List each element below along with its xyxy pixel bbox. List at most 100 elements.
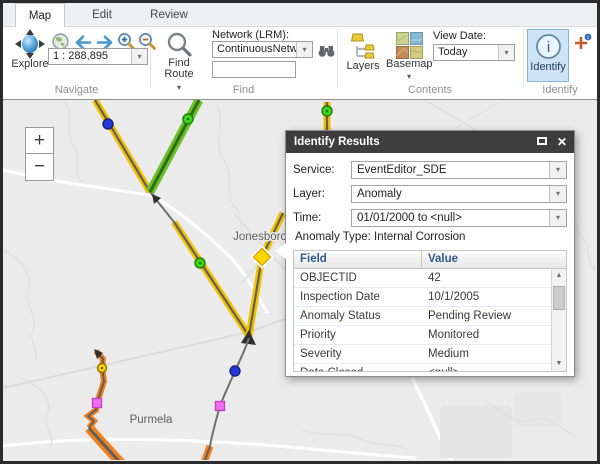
- table-row[interactable]: Inspection Date 10/1/2005: [294, 288, 566, 307]
- basemap-button[interactable]: Basemap ▾: [386, 32, 432, 81]
- explore-button[interactable]: Explore: [8, 29, 52, 70]
- tab-map[interactable]: Map: [15, 3, 65, 27]
- scale-value: 1 : 288,895: [49, 49, 131, 64]
- identify-icon: i: [535, 33, 562, 60]
- group-label-contents: Contents: [337, 84, 523, 96]
- group-separator: [523, 29, 524, 87]
- cell-field: OBJECTID: [294, 269, 422, 287]
- service-label: Service:: [293, 164, 351, 176]
- service-select[interactable]: EventEditor_SDE ▾: [351, 161, 567, 179]
- time-label: Time:: [293, 212, 351, 224]
- event-point-blue[interactable]: [103, 119, 113, 129]
- table-row[interactable]: Severity Medium: [294, 345, 566, 364]
- identify-route-location-icon[interactable]: i: [573, 33, 593, 52]
- find-route-label: Find Route: [155, 58, 203, 80]
- scroll-up-icon[interactable]: ▲: [552, 269, 566, 283]
- cell-value: 10/1/2005: [422, 288, 566, 306]
- cell-field: Priority: [294, 326, 422, 344]
- cell-value: 42: [422, 269, 566, 287]
- time-value: 01/01/2000 to <null>: [352, 210, 549, 226]
- binoculars-icon[interactable]: [318, 43, 335, 58]
- identify-button-label: Identify: [528, 62, 568, 73]
- ribbon: Explore 1 : 288,895 ▾ Navigate: [3, 27, 597, 100]
- event-point-pink[interactable]: [216, 402, 225, 411]
- cell-value: <null>: [422, 364, 566, 372]
- group-label-identify: Identify: [523, 84, 597, 96]
- event-point-green-center: [187, 118, 190, 121]
- view-date-value: Today: [434, 45, 498, 60]
- layers-icon: [349, 32, 377, 61]
- tab-edit[interactable]: Edit: [73, 3, 131, 27]
- explore-icon: [14, 29, 46, 59]
- find-route-button[interactable]: Find Route ▾: [155, 31, 203, 92]
- view-date-label: View Date:: [433, 30, 486, 42]
- network-select[interactable]: ContinuousNetwork ▾: [212, 41, 313, 58]
- basemap-label: Basemap: [386, 59, 432, 70]
- network-lrm-label: Network (LRM):: [212, 29, 289, 41]
- column-header-field: Field: [294, 251, 422, 268]
- scroll-thumb[interactable]: [553, 286, 565, 310]
- scroll-down-icon[interactable]: ▼: [552, 357, 566, 371]
- layer-label: Layer:: [293, 188, 351, 200]
- event-point-green-center: [326, 110, 329, 113]
- place-label-jonesboro: Jonesboro: [233, 231, 287, 243]
- table-row[interactable]: Date Closed <null>: [294, 364, 566, 372]
- place-label-purmela: Purmela: [130, 414, 173, 426]
- event-point-green-center: [199, 262, 202, 265]
- cell-value: Pending Review: [422, 307, 566, 325]
- group-separator: [337, 29, 338, 87]
- route-input[interactable]: [212, 61, 296, 78]
- table-row[interactable]: OBJECTID 42: [294, 269, 566, 288]
- cell-field: Anomaly Status: [294, 307, 422, 325]
- event-point-blue[interactable]: [230, 366, 240, 376]
- app-window: Map Edit Review Explore: [0, 0, 600, 464]
- map-viewport[interactable]: Jonesboro Purmela + − Identify Results ✕…: [3, 100, 597, 460]
- tab-review[interactable]: Review: [138, 3, 200, 27]
- identify-results-panel: Identify Results ✕ Service: EventEditor_…: [285, 130, 575, 377]
- map-zoom-out-button[interactable]: −: [25, 154, 54, 181]
- identify-button[interactable]: i Identify: [527, 29, 569, 82]
- table-scrollbar[interactable]: ▲ ▼: [551, 269, 566, 371]
- table-row[interactable]: Priority Monitored: [294, 326, 566, 345]
- svg-text:i: i: [587, 35, 588, 41]
- results-table-header: Field Value: [294, 251, 566, 269]
- time-select[interactable]: 01/01/2000 to <null> ▾: [351, 209, 567, 227]
- map-zoom-in-button[interactable]: +: [25, 127, 54, 154]
- find-route-icon: [166, 31, 193, 58]
- panel-body: Service: EventEditor_SDE ▾ Layer: Anomal…: [286, 153, 574, 372]
- chevron-down-icon[interactable]: ▾: [131, 49, 147, 64]
- view-date-select[interactable]: Today ▾: [433, 44, 515, 61]
- anomaly-type-text: Anomaly Type: Internal Corrosion: [295, 231, 567, 243]
- column-header-value: Value: [422, 251, 566, 268]
- event-point-yellow-center: [101, 367, 104, 370]
- explore-label: Explore: [8, 59, 52, 70]
- panel-title: Identify Results: [294, 136, 380, 148]
- chevron-down-icon[interactable]: ▾: [296, 42, 312, 57]
- event-point-pink[interactable]: [93, 399, 102, 408]
- chevron-down-icon: ▾: [386, 73, 432, 81]
- layer-value: Anomaly: [352, 186, 549, 202]
- network-value: ContinuousNetwork: [213, 42, 296, 57]
- callout-notch: [275, 243, 286, 259]
- chevron-down-icon[interactable]: ▾: [498, 45, 514, 60]
- service-value: EventEditor_SDE: [352, 162, 549, 178]
- svg-text:i: i: [546, 39, 549, 56]
- basemap-icon: [396, 32, 423, 59]
- scale-combobox[interactable]: 1 : 288,895 ▾: [48, 48, 148, 65]
- cell-value: Medium: [422, 345, 566, 363]
- close-icon[interactable]: ✕: [557, 131, 567, 153]
- group-label-find: Find: [150, 84, 337, 96]
- layers-button[interactable]: Layers: [343, 32, 383, 72]
- cell-value: Monitored: [422, 326, 566, 344]
- table-row[interactable]: Anomaly Status Pending Review: [294, 307, 566, 326]
- maximize-icon[interactable]: [537, 137, 547, 145]
- chevron-down-icon[interactable]: ▾: [549, 186, 566, 202]
- layer-select[interactable]: Anomaly ▾: [351, 185, 567, 203]
- ribbon-tab-bar: Map Edit Review: [3, 3, 597, 27]
- chevron-down-icon[interactable]: ▾: [549, 162, 566, 178]
- chevron-down-icon[interactable]: ▾: [549, 210, 566, 226]
- map-zoom-control: + −: [25, 127, 54, 181]
- layers-label: Layers: [343, 61, 383, 72]
- cell-field: Inspection Date: [294, 288, 422, 306]
- panel-title-bar[interactable]: Identify Results ✕: [286, 131, 574, 153]
